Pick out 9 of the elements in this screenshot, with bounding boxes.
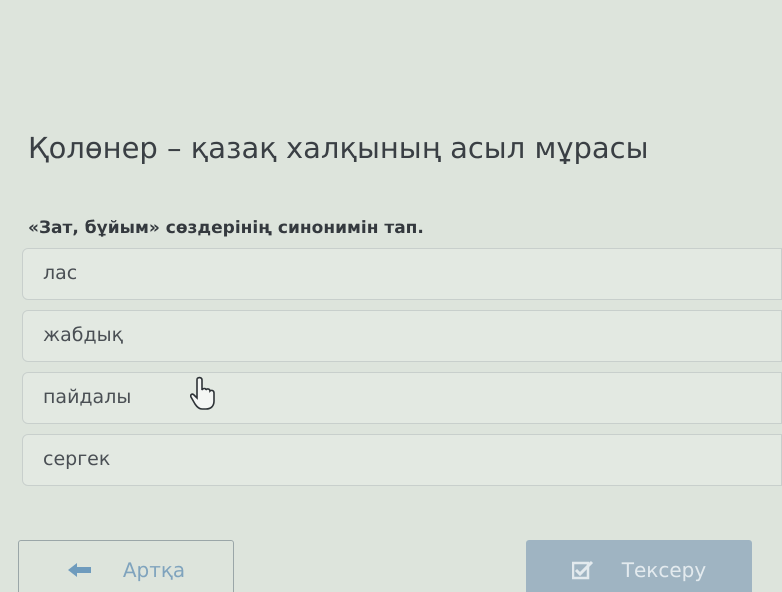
arrow-left-icon: [66, 562, 93, 578]
lesson-title: Қолөнер – қазақ халқының асыл мұрасы: [28, 130, 649, 167]
answer-option[interactable]: жабдық: [22, 310, 782, 362]
hand-pointer-icon: [190, 376, 218, 410]
checkbox-icon: [572, 560, 594, 580]
answer-option[interactable]: сергек: [22, 434, 782, 486]
answer-option[interactable]: пайдалы: [22, 372, 782, 424]
answer-option[interactable]: лас: [22, 248, 782, 300]
question-text: «Зат, бұйым» сөздерінің синонимін тап.: [28, 217, 424, 240]
